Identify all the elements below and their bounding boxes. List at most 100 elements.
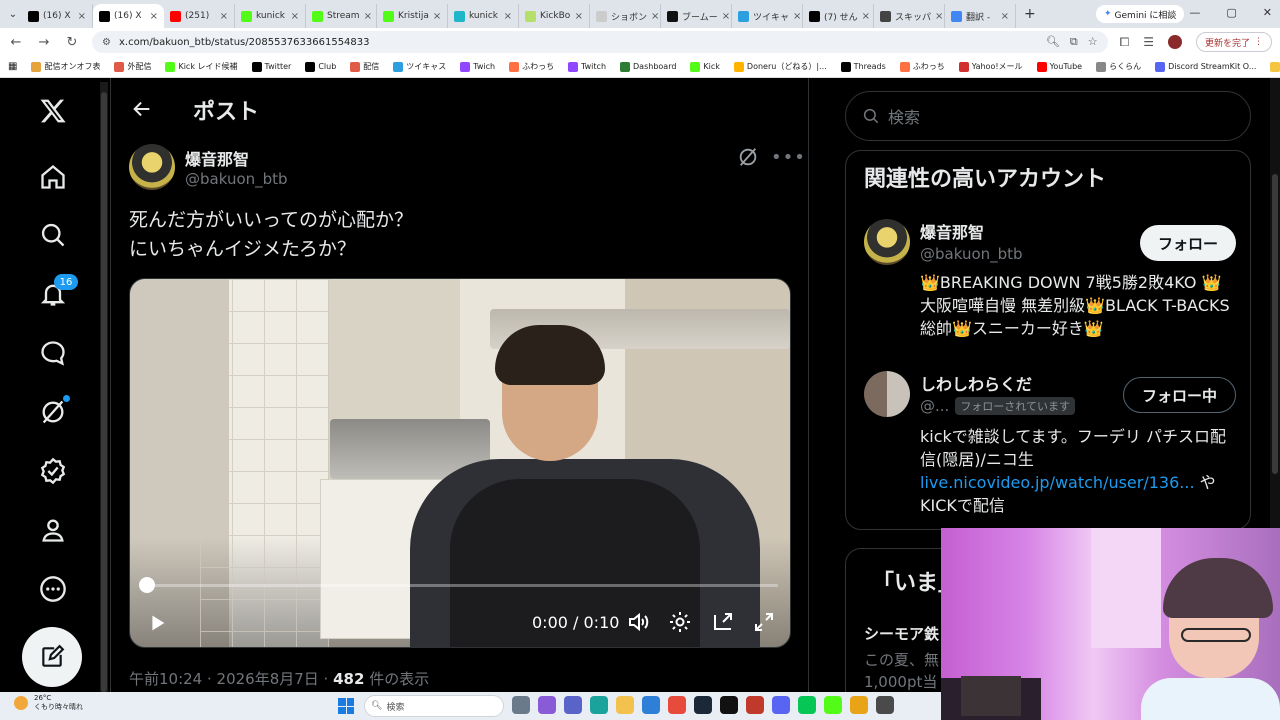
browser-tab[interactable]: (251) × xyxy=(164,4,235,28)
taskbar-search[interactable]: 🔍︎ 検索 xyxy=(364,695,504,717)
teams-icon[interactable] xyxy=(564,696,582,714)
browser-tab[interactable]: (7) せん × xyxy=(803,4,874,28)
bookmark-item[interactable]: ふわっち xyxy=(509,61,554,72)
file-explorer-icon[interactable] xyxy=(616,696,634,714)
copilot-icon[interactable] xyxy=(538,696,556,714)
related-account[interactable]: 爆音那智 @bakuon_btb フォロー 👑BREAKING DOWN 7戦5… xyxy=(864,219,1236,359)
tab-close-icon[interactable]: × xyxy=(1001,11,1009,22)
back-arrow-icon[interactable] xyxy=(131,98,153,120)
tab-close-icon[interactable]: × xyxy=(220,11,228,22)
reload-icon[interactable]: ↻ xyxy=(64,35,80,50)
trend-name[interactable]: シーモア鉄 xyxy=(864,623,939,644)
gemini-button[interactable]: ✦ Gemini に相談 xyxy=(1096,5,1185,23)
browser-tab[interactable]: (16) X × xyxy=(22,4,93,28)
tab-close-icon[interactable]: × xyxy=(150,11,158,22)
verified-icon[interactable] xyxy=(30,448,76,494)
forward-nav-icon[interactable]: → xyxy=(36,35,52,50)
browser-tab[interactable]: ブームー × xyxy=(661,4,732,28)
post-more-icon[interactable]: ••• xyxy=(771,147,806,168)
bookmark-item[interactable]: Kick xyxy=(690,61,720,72)
browser-tab[interactable]: ショボン × xyxy=(590,4,661,28)
apps-grid-icon[interactable]: ▦ xyxy=(8,61,17,72)
more-options-icon[interactable] xyxy=(30,566,76,612)
messages-icon[interactable] xyxy=(30,330,76,376)
tab-close-icon[interactable]: × xyxy=(793,11,801,22)
tab-close-icon[interactable]: × xyxy=(364,11,372,22)
bookmark-item[interactable]: すべてのブックマーク xyxy=(1270,61,1280,72)
browser-tab[interactable]: ツイキャ × xyxy=(732,4,803,28)
new-tab-button[interactable]: + xyxy=(1016,6,1044,22)
tab-close-icon[interactable]: × xyxy=(78,11,86,22)
obs-icon[interactable] xyxy=(720,696,738,714)
tab-close-icon[interactable]: × xyxy=(722,11,730,22)
home-icon[interactable] xyxy=(30,154,76,200)
grok-analyze-icon[interactable] xyxy=(737,146,759,168)
discord-icon[interactable] xyxy=(772,696,790,714)
cast-icon[interactable]: ⧉ xyxy=(1070,35,1078,49)
following-button[interactable]: フォロー中 xyxy=(1122,377,1236,413)
search-nav-icon[interactable] xyxy=(30,212,76,258)
bio-link[interactable]: live.nicovideo.jp/watch/user/136... xyxy=(920,473,1195,492)
left-scrollbar[interactable] xyxy=(100,82,108,692)
extensions-icon[interactable]: ⧠ xyxy=(1120,35,1130,50)
tab-search-button[interactable]: ⌄ xyxy=(4,5,22,23)
profile-avatar[interactable] xyxy=(1167,35,1182,49)
reading-list-icon[interactable]: ☰ xyxy=(1143,35,1154,49)
steam-icon[interactable] xyxy=(694,696,712,714)
author-name[interactable]: 爆音那智 xyxy=(185,146,249,170)
store-icon[interactable] xyxy=(642,696,660,714)
account-name[interactable]: しわしわらくだ xyxy=(920,371,1032,395)
profile-icon[interactable] xyxy=(30,507,76,553)
line-icon[interactable] xyxy=(798,696,816,714)
tab-close-icon[interactable]: × xyxy=(575,11,583,22)
bookmark-item[interactable]: Twitch xyxy=(568,61,606,72)
browser-tab[interactable]: スキッパ × xyxy=(874,4,945,28)
bookmark-item[interactable]: Kick レイド候補 xyxy=(165,61,238,72)
zoom-icon[interactable]: 🔍︎ xyxy=(1046,35,1060,49)
fullscreen-icon[interactable] xyxy=(752,610,776,634)
tab-close-icon[interactable]: × xyxy=(651,11,659,22)
author-handle[interactable]: @bakuon_btb xyxy=(185,170,288,188)
browser-tab[interactable]: kunick × xyxy=(235,4,306,28)
app-icon[interactable] xyxy=(746,696,764,714)
video-player[interactable]: 0:00 / 0:10 xyxy=(129,278,791,648)
minimize-icon[interactable]: — xyxy=(1189,6,1200,19)
browser-tab[interactable]: 翻訳 - × xyxy=(945,4,1016,28)
windows-start-icon[interactable] xyxy=(338,698,354,714)
bookmark-star-icon[interactable]: ☆ xyxy=(1088,35,1098,49)
chrome-icon[interactable] xyxy=(668,696,686,714)
maximize-icon[interactable]: ▢ xyxy=(1226,6,1236,19)
tab-close-icon[interactable]: × xyxy=(504,11,512,22)
edge-icon[interactable] xyxy=(590,696,608,714)
volume-icon[interactable] xyxy=(626,610,650,634)
avatar[interactable] xyxy=(864,371,910,417)
terminal-icon[interactable] xyxy=(876,696,894,714)
settings-gear-icon[interactable] xyxy=(668,610,692,634)
x-logo-icon[interactable] xyxy=(30,88,76,134)
browser-tab[interactable]: Stream × xyxy=(306,4,377,28)
bookmark-item[interactable]: Twich xyxy=(460,61,495,72)
compose-post-button[interactable] xyxy=(22,627,82,687)
picture-in-picture-icon[interactable] xyxy=(711,610,735,634)
browser-tab[interactable]: kunick × xyxy=(448,4,519,28)
coin-icon[interactable] xyxy=(850,696,868,714)
bookmark-item[interactable]: らくらん xyxy=(1096,61,1141,72)
grok-icon[interactable] xyxy=(30,389,76,435)
update-button[interactable]: 更新を完了 ⋮ xyxy=(1195,32,1272,52)
bookmark-item[interactable]: ツイキャス xyxy=(393,61,446,72)
search-input[interactable]: 検索 xyxy=(845,91,1251,141)
back-nav-icon[interactable]: ← xyxy=(8,35,24,50)
related-account[interactable]: しわしわらくだ @... フォローされています フォロー中 kickで雑談してま… xyxy=(864,371,1236,521)
notifications-icon[interactable]: 16 xyxy=(30,271,78,317)
video-scrub-handle[interactable] xyxy=(139,577,155,593)
tab-close-icon[interactable]: × xyxy=(433,11,441,22)
site-info-icon[interactable]: ⚙ xyxy=(102,37,111,48)
browser-tab[interactable]: Kristija × xyxy=(377,4,448,28)
close-window-icon[interactable]: ✕ xyxy=(1263,6,1272,19)
bookmark-item[interactable]: 配信 xyxy=(350,61,379,72)
play-icon[interactable] xyxy=(146,612,168,634)
tab-close-icon[interactable]: × xyxy=(935,11,943,22)
url-omnibox[interactable]: ⚙ x.com/bakuon_btb/status/20855376336615… xyxy=(92,31,1108,53)
bookmark-item[interactable]: Threads xyxy=(840,61,886,72)
bookmark-item[interactable]: Discord StreamKit O... xyxy=(1155,61,1256,72)
